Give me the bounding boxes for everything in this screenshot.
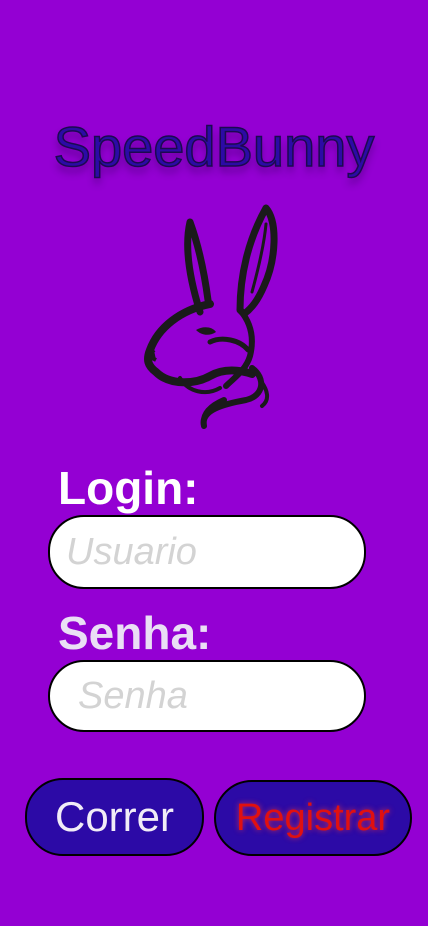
run-button[interactable]: Correr: [25, 778, 204, 856]
password-label: Senha:: [58, 607, 212, 659]
rabbit-icon: [144, 204, 278, 429]
username-input[interactable]: [48, 515, 366, 589]
password-input[interactable]: [48, 660, 366, 732]
login-label: Login:: [58, 462, 199, 514]
register-button[interactable]: Registrar: [214, 780, 412, 856]
app-title: SpeedBunny: [53, 114, 375, 179]
